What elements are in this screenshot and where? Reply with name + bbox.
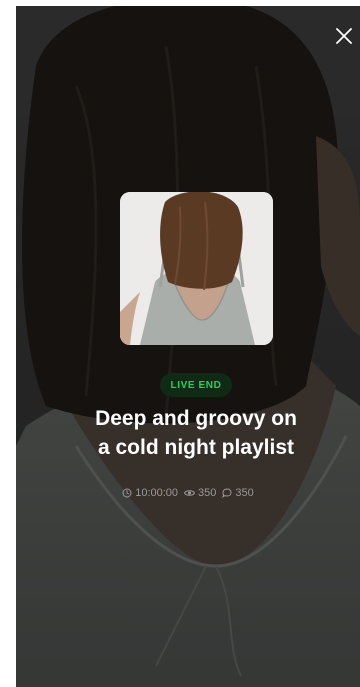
live-end-screen: LIVE END Deep and groovy on a cold night…	[16, 6, 360, 687]
comments-value: 350	[235, 487, 254, 499]
views-stat: 350	[184, 487, 216, 499]
views-value: 350	[198, 487, 217, 499]
clock-icon	[122, 488, 132, 498]
stats-row: 10:00:00 350 350	[16, 487, 360, 499]
duration-stat: 10:00:00	[122, 487, 178, 499]
comments-stat: 350	[222, 487, 254, 499]
close-icon	[336, 28, 352, 44]
close-button[interactable]	[332, 24, 356, 48]
background-photo	[16, 6, 360, 687]
live-end-badge: LIVE END	[160, 373, 232, 397]
comment-icon	[222, 488, 232, 498]
eye-icon	[184, 490, 196, 496]
playlist-thumbnail	[120, 192, 273, 345]
playlist-title: Deep and groovy on a cold night playlist	[36, 404, 356, 462]
live-end-badge-label: LIVE END	[170, 379, 222, 391]
playlist-title-line1: Deep and groovy on	[95, 407, 297, 430]
duration-value: 10:00:00	[135, 487, 179, 499]
playlist-title-line2: a cold night playlist	[97, 436, 295, 459]
